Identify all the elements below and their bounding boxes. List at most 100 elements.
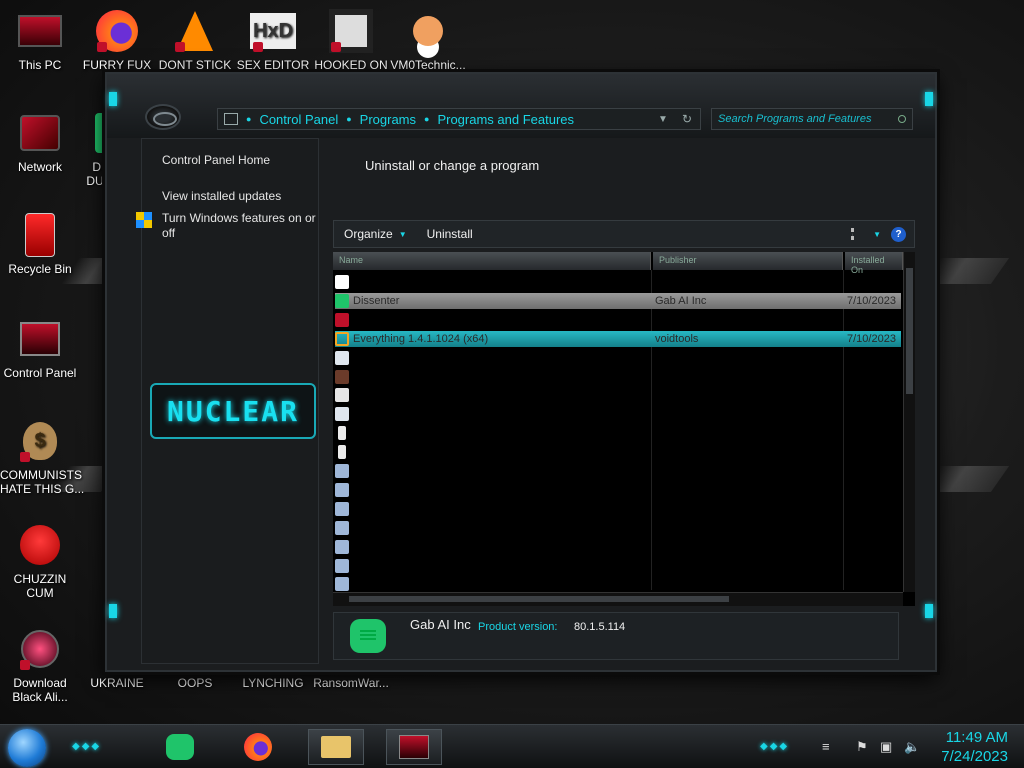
desktop-icon-recycle-bin[interactable]: Recycle Bin [0,212,80,276]
taskbar: ◆◆◆ ◆◆◆ ≡ ⚑ ▣ 🔈 11:49 AM 7/24/2023 [0,724,1024,768]
chevron-down-icon[interactable]: ▼ [863,230,891,239]
icon-label: FURRY FUX [82,58,152,72]
icon-label: CHUZZIN CUM [13,572,67,600]
red-creature-icon [16,522,64,568]
maze-icon [327,8,375,54]
desktop-icon-chuzzin[interactable]: CHUZZIN CUM [0,522,80,600]
vertical-scrollbar[interactable] [903,252,915,592]
icon-label: Recycle Bin [8,262,72,276]
folder-icon [321,736,351,758]
list-item[interactable] [335,312,901,328]
list-item[interactable] [335,444,901,460]
network-icon [16,110,64,156]
window-icon [335,350,349,365]
sidebar-windows-features[interactable]: Turn Windows features on or off [162,211,322,241]
network-tray-icon[interactable]: ▣ [880,739,892,755]
list-item[interactable] [335,369,901,385]
desktop-icon-hxd[interactable]: HxD SEX EDITOR [233,8,313,72]
scrollbar-thumb[interactable] [349,596,729,602]
program-installed-on: 7/10/2023 [847,332,896,345]
refresh-icon[interactable]: ↻ [674,112,700,126]
vcredist-icon [335,539,349,554]
breadcrumb-programs-and-features[interactable]: Programs and Features [431,112,580,127]
icon-label: Control Panel [3,366,77,380]
search-icon [898,115,906,123]
list-item[interactable] [335,387,901,403]
command-toolbar: Organize ▼ Uninstall ▼ ? [333,220,915,248]
vcredist-icon [335,577,349,592]
list-item[interactable] [335,406,901,422]
program-list[interactable]: Name Publisher Installed On Dissenter Gab… [333,252,915,606]
taskbar-file-explorer[interactable] [308,729,364,765]
firefox-icon [244,733,272,761]
control-panel-icon [399,735,429,759]
organize-button[interactable]: Organize ▼ [334,227,417,241]
taskbar-dissenter[interactable] [152,729,208,765]
list-item[interactable] [335,576,901,592]
frame-accent [109,92,117,106]
list-item[interactable] [335,558,901,574]
scrollbar-thumb[interactable] [906,268,913,394]
system-clock[interactable]: 11:49 AM 7/24/2023 [941,728,1008,766]
document-icon [338,426,346,441]
list-item[interactable] [335,539,901,555]
dissenter-icon [350,619,386,653]
list-item[interactable] [335,482,901,498]
desktop-icon-communists[interactable]: $ COMMUNISTS HATE THIS G... [0,418,84,496]
frame-accent [925,92,933,106]
vcredist-icon [335,464,349,478]
show-hidden-icons[interactable]: ≡ [822,739,830,754]
desktop-icon-network[interactable]: Network [0,110,80,174]
desktop-icon-vm0technic[interactable]: VM0Technic... [388,8,468,72]
search-input[interactable]: Search Programs and Features [711,108,913,130]
frame-accent [109,604,117,618]
back-button[interactable] [145,104,181,130]
column-header-installed-on[interactable]: Installed On [845,252,903,275]
address-bar[interactable]: ● Control Panel ● Programs ● Programs an… [217,108,701,130]
vcredist-icon [335,501,349,516]
list-item[interactable] [335,425,901,441]
7zip-icon [335,275,349,289]
breadcrumb-programs[interactable]: Programs [354,112,422,127]
horizontal-scrollbar[interactable] [333,592,903,606]
sidebar-view-installed-updates[interactable]: View installed updates [162,189,281,203]
desktop-icon-this-pc[interactable]: This PC [0,8,80,72]
list-item[interactable] [335,463,901,479]
sidebar-control-panel-home[interactable]: Control Panel Home [162,153,270,167]
list-item[interactable] [335,274,901,290]
chevron-down-icon[interactable]: ▼ [652,114,674,125]
uninstall-button[interactable]: Uninstall [417,227,483,241]
flag-icon[interactable]: ⚑ [856,739,868,755]
taskbar-firefox[interactable] [230,729,286,765]
portrait-icon [335,369,349,384]
desktop-icon-firefox[interactable]: FURRY FUX [77,8,157,72]
details-version-value: 80.1.5.114 [574,621,626,633]
list-item[interactable]: Everything 1.4.1.1024 (x64) voidtools 7/10… [335,330,901,347]
breadcrumb-separator-icon: ● [246,114,252,124]
taskbar-control-panel[interactable] [386,729,442,765]
column-header-name[interactable]: Name [333,252,651,270]
search-placeholder: Search Programs and Features [718,113,872,125]
clock-date: 7/24/2023 [941,748,1008,765]
desktop-icon-control-panel[interactable]: Control Panel [0,316,80,380]
list-item[interactable] [335,350,901,366]
icon-label: HOOKED ON [314,58,388,72]
taskbar-decoration: ◆◆◆ [760,741,790,752]
help-icon[interactable]: ? [891,226,906,242]
desktop-icon-vlc[interactable]: DONT STICK [155,8,235,72]
list-item[interactable] [335,501,901,517]
firefox-icon [93,8,141,54]
page-title: Uninstall or change a program [365,158,540,173]
column-header-publisher[interactable]: Publisher [653,252,843,270]
view-options-icon[interactable] [851,228,863,240]
breadcrumb-control-panel[interactable]: Control Panel [253,112,344,127]
icon-label: DONT STICK [158,58,232,72]
start-button[interactable] [8,729,46,767]
breadcrumb-separator-icon: ● [346,114,352,124]
volume-icon[interactable]: 🔈 [904,739,920,755]
list-item[interactable]: Dissenter Gab AI Inc 7/10/2023 [335,292,901,309]
desktop-icon-hooked-on[interactable]: HOOKED ON [311,8,391,72]
vlc-cone-icon [171,8,219,54]
list-item[interactable] [335,520,901,536]
desktop-icon-download-black[interactable]: Download Black Ali... [0,626,80,704]
